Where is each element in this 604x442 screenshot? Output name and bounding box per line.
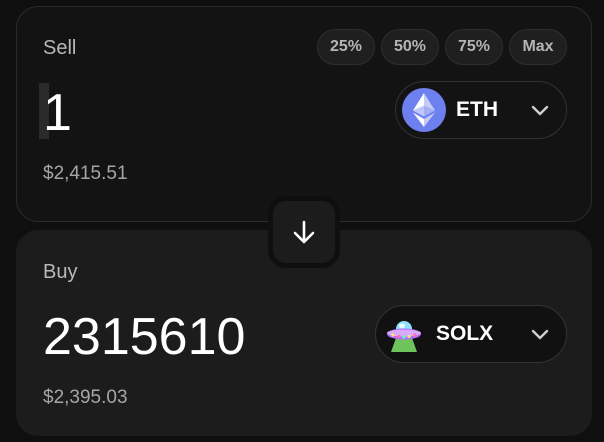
buy-token-symbol: SOLX	[436, 322, 494, 345]
chevron-down-icon	[531, 105, 549, 116]
percent-75-button[interactable]: 75%	[445, 29, 503, 65]
percent-buttons: 25% 50% 75% Max	[317, 29, 567, 65]
sell-usd-value: $2,415.51	[43, 163, 128, 184]
swap-widget: Sell 25% 50% 75% Max 1 ETH $2,415.51 Buy…	[0, 0, 604, 442]
buy-label: Buy	[43, 261, 78, 283]
buy-usd-value: $2,395.03	[43, 387, 128, 408]
percent-25-button[interactable]: 25%	[317, 29, 375, 65]
sell-amount-input[interactable]: 1	[43, 85, 72, 141]
sell-panel: Sell 25% 50% 75% Max 1 ETH $2,415.51	[16, 6, 592, 222]
ufo-icon	[382, 312, 426, 356]
sell-token-symbol: ETH	[456, 98, 498, 121]
chevron-down-icon	[531, 329, 549, 340]
ethereum-icon	[402, 88, 446, 132]
arrow-down-icon	[293, 220, 315, 244]
buy-amount-output[interactable]: 2315610	[43, 309, 245, 365]
percent-50-button[interactable]: 50%	[381, 29, 439, 65]
swap-direction-button[interactable]	[268, 196, 340, 268]
sell-token-selector[interactable]: ETH	[395, 81, 567, 139]
sell-label: Sell	[43, 37, 77, 59]
buy-token-selector[interactable]: SOLX	[375, 305, 567, 363]
max-button[interactable]: Max	[509, 29, 567, 65]
